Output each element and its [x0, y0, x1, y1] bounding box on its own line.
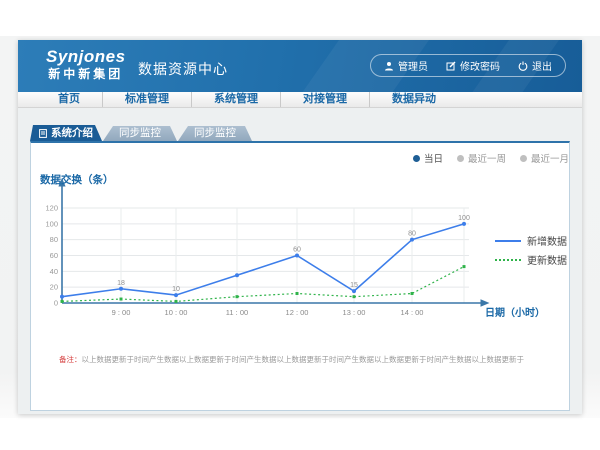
data-point-marker	[295, 254, 299, 258]
data-point-marker	[61, 300, 64, 303]
time-range-radio-group: 当日 最近一周 最近一月	[413, 151, 569, 165]
user-toolbar: 管理员 修改密码 退出	[370, 54, 566, 77]
app-window: Synjones 新中新集团 数据资源中心 管理员 修改密码	[18, 40, 582, 414]
nav-item-home[interactable]: 首页	[36, 92, 102, 107]
radio-dot	[457, 155, 464, 162]
data-point-marker	[352, 289, 356, 293]
data-point-marker	[462, 222, 466, 226]
page: Synjones 新中新集团 数据资源中心 管理员 修改密码	[0, 0, 600, 450]
y-tick-label: 0	[54, 299, 58, 308]
nav-item-interface-mgmt[interactable]: 对接管理	[280, 92, 369, 107]
y-tick-label: 60	[50, 251, 58, 260]
radio-last-week[interactable]: 最近一周	[457, 151, 506, 165]
data-point-label: 18	[117, 280, 125, 287]
data-point-marker	[120, 298, 123, 301]
data-point-label: 10	[172, 286, 180, 293]
footnote-body: 以上数据更新于时间产生数据以上数据更新于时间产生数据以上数据更新于时间产生数据以…	[82, 355, 525, 364]
brand-logo: Synjones 新中新集团	[46, 47, 126, 82]
content-area: 系统介绍 同步监控 同步监控 当日 最近一周	[18, 108, 582, 414]
admin-user-button[interactable]: 管理员	[375, 58, 437, 73]
nav-item-standard-mgmt[interactable]: 标准管理	[102, 92, 191, 107]
line-chart: 0 20 40 60 80 100 120 9 : 00 10 : 00 11 : 00 12 : …	[37, 169, 552, 329]
tab-system-intro-label: 系统介绍	[51, 125, 93, 141]
brand-logo-wordmark: Synjones	[46, 47, 126, 67]
legend-new-data-label: 新增数据	[527, 233, 567, 248]
x-tick-label: 14 : 00	[401, 308, 424, 317]
data-point-label: 15	[350, 282, 358, 289]
footnote: 备注：以上数据更新于时间产生数据以上数据更新于时间产生数据以上数据更新于时间产生…	[59, 354, 561, 365]
x-tick-label: 10 : 00	[165, 308, 188, 317]
chart-legend: 新增数据 更新数据	[495, 231, 567, 269]
data-point-marker	[119, 287, 123, 291]
main-nav: 首页 标准管理 系统管理 对接管理 数据异动	[18, 92, 582, 108]
x-tick-label: 9 : 00	[112, 308, 131, 317]
admin-user-label: 管理员	[398, 58, 428, 73]
y-tick-label: 80	[50, 235, 58, 244]
x-tick-label: 12 : 00	[286, 308, 309, 317]
radio-today[interactable]: 当日	[413, 151, 443, 165]
y-tick-label: 40	[50, 267, 58, 276]
nav-item-data-change[interactable]: 数据异动	[369, 92, 458, 107]
data-point-marker	[236, 295, 239, 298]
data-point-marker	[353, 295, 356, 298]
legend-update-data-label: 更新数据	[527, 252, 567, 267]
change-password-button[interactable]: 修改密码	[437, 58, 509, 73]
logout-button[interactable]: 退出	[509, 58, 561, 73]
footnote-prefix: 备注：	[59, 355, 82, 364]
edit-icon	[446, 61, 456, 71]
y-tick-label: 20	[50, 283, 58, 292]
change-password-label: 修改密码	[460, 58, 500, 73]
radio-today-label: 当日	[424, 151, 443, 165]
user-icon	[384, 61, 394, 71]
app-header: Synjones 新中新集团 数据资源中心 管理员 修改密码	[18, 40, 582, 92]
logout-label: 退出	[532, 58, 552, 73]
y-tick-label: 100	[45, 219, 58, 228]
document-icon	[39, 129, 47, 138]
tab-bar: 系统介绍 同步监控 同步监控	[30, 125, 253, 141]
green-dotted-line-sample-icon	[495, 259, 521, 261]
x-tick-label: 11 : 00	[226, 308, 248, 317]
tab-system-intro[interactable]: 系统介绍	[30, 125, 102, 141]
data-point-marker	[174, 293, 178, 297]
y-tick-label: 120	[45, 204, 58, 213]
radio-last-month-label: 最近一月	[531, 151, 569, 165]
brand-logo-chinese: 新中新集团	[46, 67, 126, 82]
data-point-marker	[463, 265, 466, 268]
data-point-marker	[296, 292, 299, 295]
page-title: 数据资源中心	[138, 59, 228, 79]
power-icon	[518, 61, 528, 71]
data-point-label: 60	[293, 247, 301, 254]
legend-item-new-data[interactable]: 新增数据	[495, 231, 567, 250]
blue-line-sample-icon	[495, 240, 521, 242]
data-point-marker	[235, 273, 239, 277]
radio-dot	[520, 155, 527, 162]
nav-item-system-mgmt[interactable]: 系统管理	[191, 92, 280, 107]
data-point-label: 100	[458, 215, 470, 222]
data-point-marker	[175, 300, 178, 303]
tab-sync-monitor-2[interactable]: 同步监控	[178, 126, 252, 141]
data-point-marker	[410, 238, 414, 242]
radio-last-month[interactable]: 最近一月	[520, 151, 569, 165]
x-axis-title: 日期（小时）	[485, 306, 545, 319]
y-axis-title: 数据交换（条）	[39, 173, 114, 186]
data-point-marker	[60, 295, 64, 299]
data-point-label: 80	[408, 231, 416, 238]
legend-item-update-data[interactable]: 更新数据	[495, 250, 567, 269]
x-tick-label: 13 : 00	[343, 308, 366, 317]
x-axis-arrow-icon	[481, 299, 490, 307]
tab-sync-monitor-1[interactable]: 同步监控	[103, 126, 177, 141]
radio-last-week-label: 最近一周	[468, 151, 506, 165]
radio-dot-selected	[413, 155, 420, 162]
data-point-marker	[411, 292, 414, 295]
chart-panel: 当日 最近一周 最近一月 0 20 40 60 80 100 120 9 : 00 10 : 0…	[30, 141, 570, 411]
